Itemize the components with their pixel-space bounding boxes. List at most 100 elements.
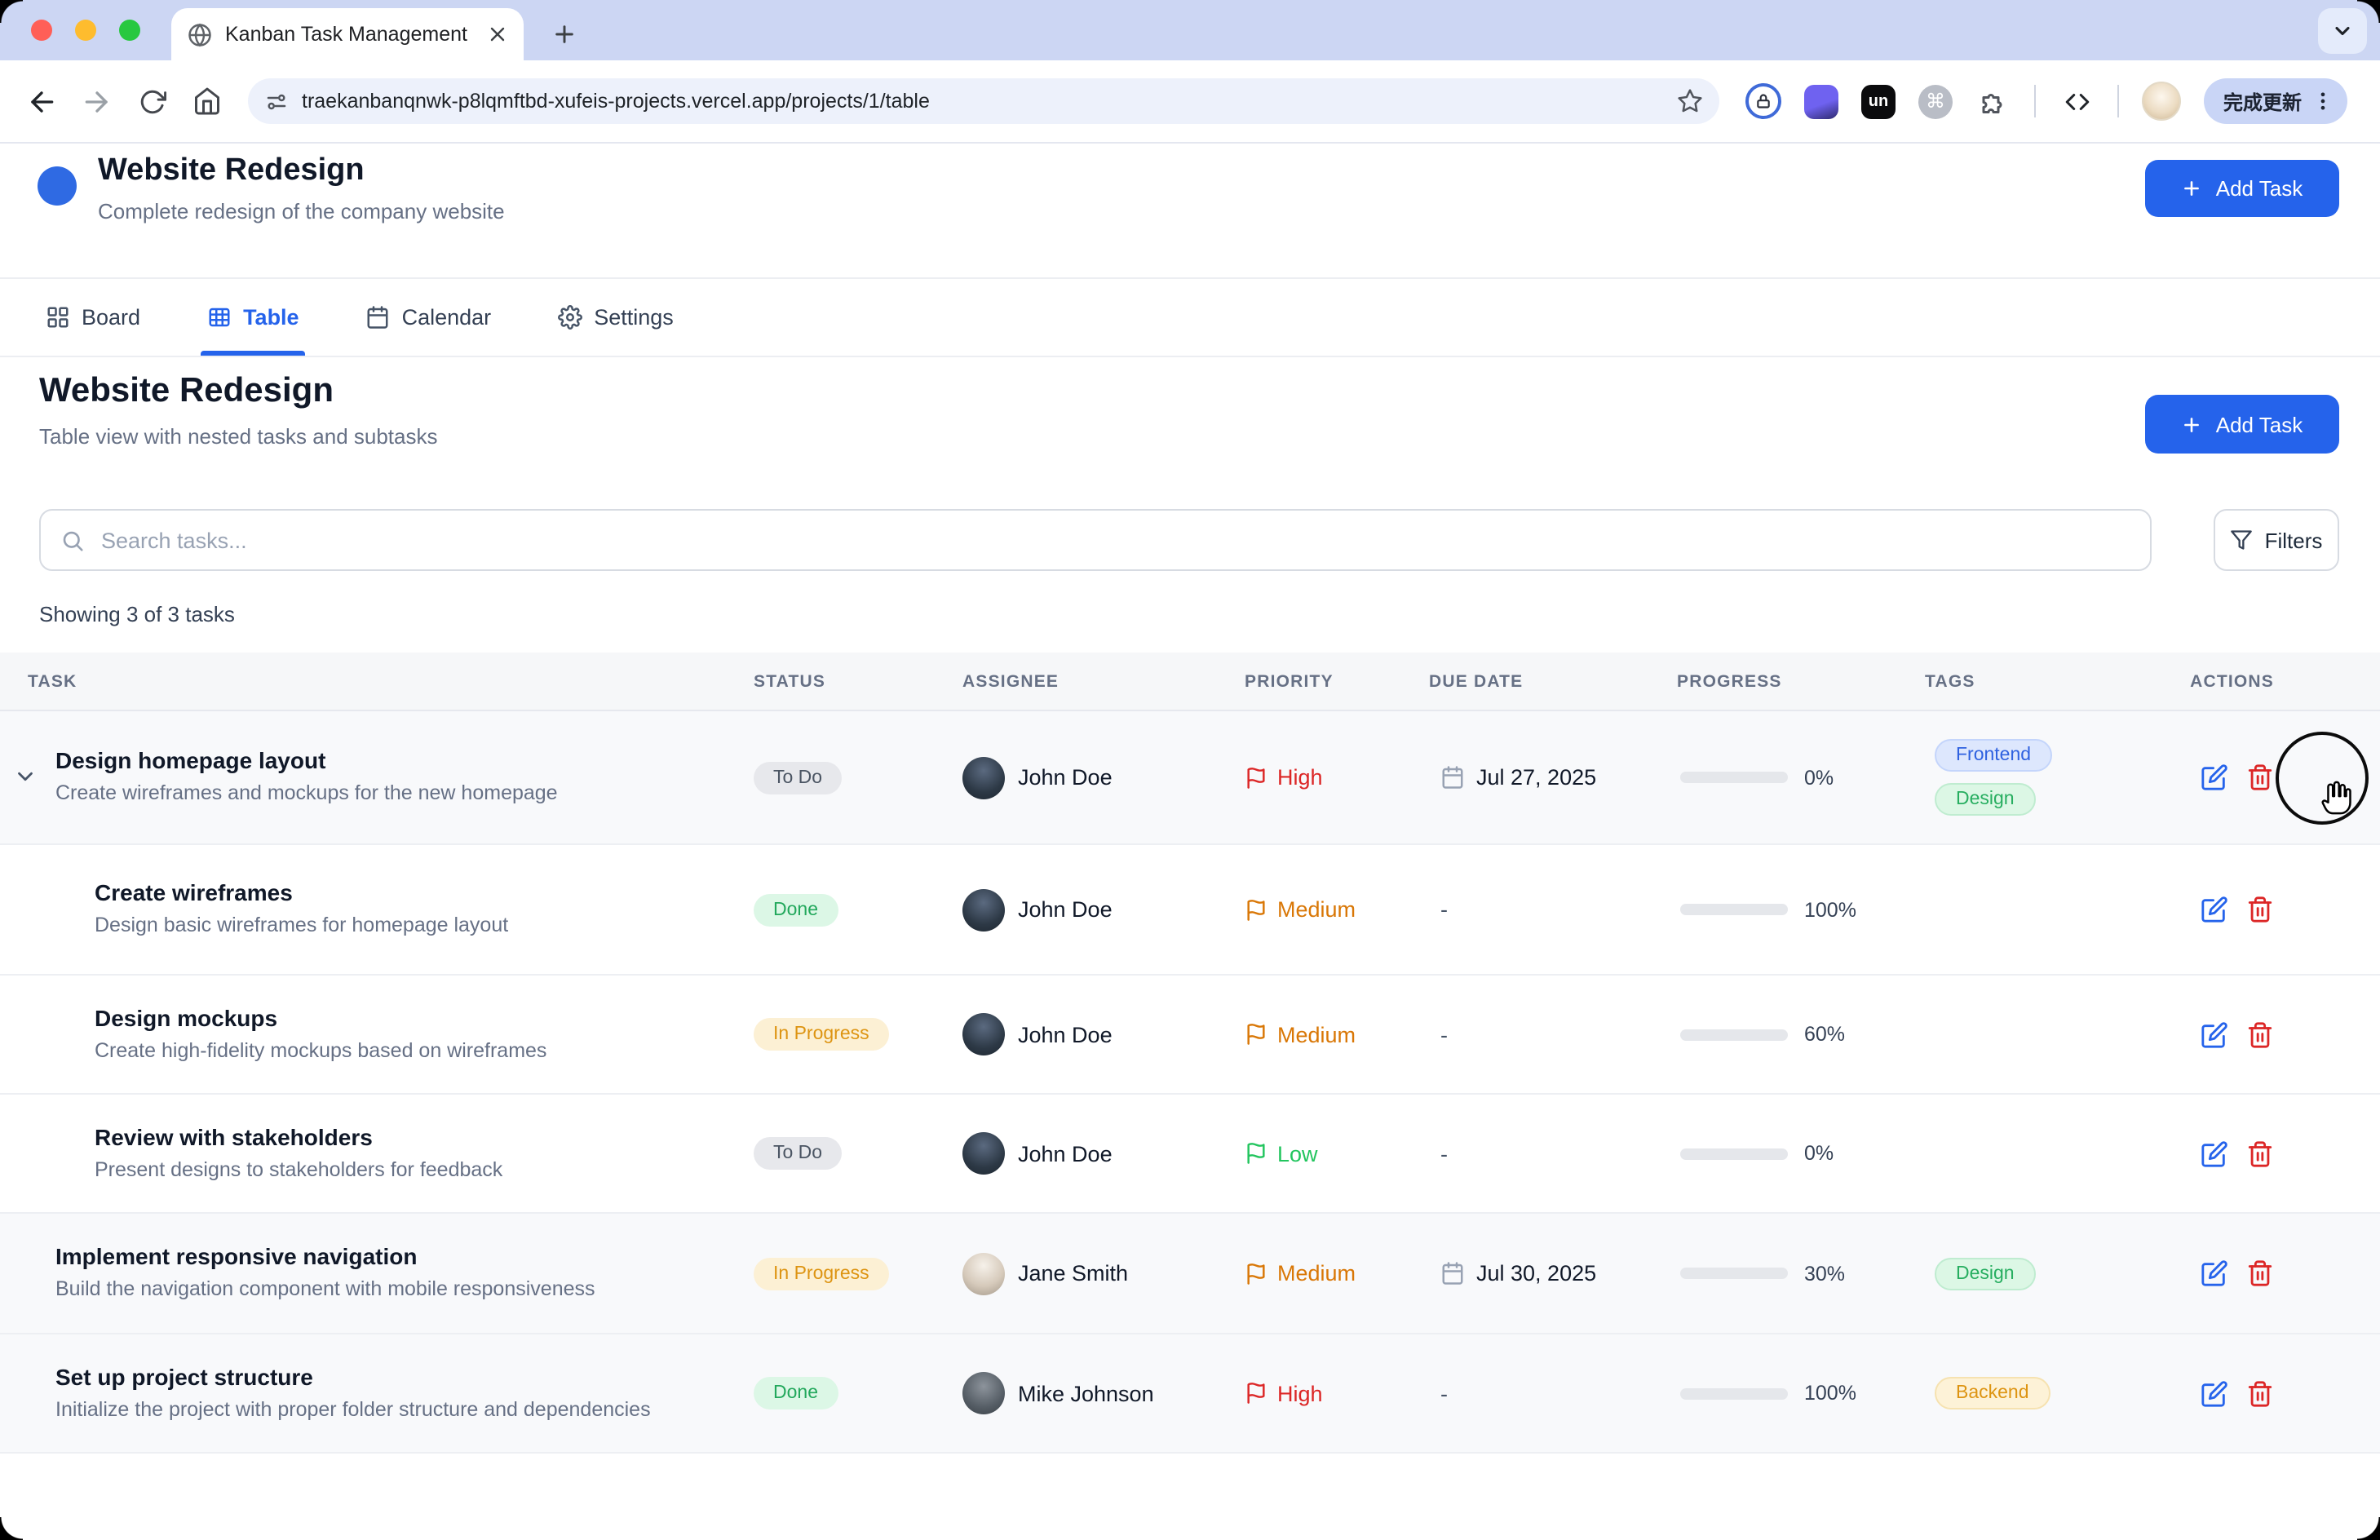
due-date-cell: - [1429, 1381, 1677, 1405]
assignee-name: John Doe [1018, 897, 1113, 922]
edit-task-button[interactable] [2201, 1140, 2228, 1167]
delete-task-button[interactable] [2246, 1259, 2274, 1287]
add-task-button[interactable]: Add Task [2145, 395, 2339, 454]
status-cell: Done [754, 1377, 962, 1409]
reload-button[interactable] [124, 73, 179, 129]
add-task-button[interactable]: Add Task [2145, 160, 2339, 217]
task-cell: Review with stakeholdersPresent designs … [0, 1124, 754, 1184]
table-row[interactable]: Design mockupsCreate high-fidelity mocku… [0, 976, 2380, 1095]
page-subtitle: Table view with nested tasks and subtask… [39, 424, 438, 449]
zoom-window-button[interactable] [119, 20, 140, 41]
status-cell: In Progress [754, 1257, 962, 1290]
table-row[interactable]: Set up project structureInitialize the p… [0, 1334, 2380, 1454]
close-window-button[interactable] [31, 20, 52, 41]
back-button[interactable] [13, 73, 69, 129]
screen-corner [0, 1517, 23, 1540]
search-box[interactable] [39, 509, 2152, 571]
table-row[interactable]: Review with stakeholdersPresent designs … [0, 1095, 2380, 1214]
edit-task-button[interactable] [2201, 896, 2228, 923]
address-bar[interactable]: traekanbanqnwk-p8lqmftbd-xufeis-projects… [248, 78, 1719, 124]
edit-icon [2201, 896, 2228, 923]
site-info-icon[interactable] [264, 89, 289, 113]
forward-button[interactable] [69, 73, 124, 129]
delete-task-button[interactable] [2246, 1020, 2274, 1048]
priority-cell: High [1245, 765, 1429, 790]
tag-pill: Design [1935, 1257, 2036, 1290]
task-title: Create wireframes [95, 880, 508, 908]
table-row[interactable]: Design homepage layoutCreate wireframes … [0, 711, 2380, 845]
chrome-menu-kebab-icon[interactable] [2311, 90, 2334, 113]
bookmark-star-icon[interactable] [1677, 88, 1703, 114]
task-title: Design mockups [95, 1005, 546, 1033]
minimize-window-button[interactable] [75, 20, 96, 41]
tag-pill: Frontend [1935, 739, 2052, 772]
delete-task-button[interactable] [2246, 1140, 2274, 1167]
purple-extension-icon[interactable] [1804, 84, 1838, 118]
task-expand-chevron-icon[interactable] [13, 765, 38, 790]
assignee-name: John Doe [1018, 1141, 1113, 1166]
assignee-name: Mike Johnson [1018, 1381, 1154, 1405]
progress-track [1680, 772, 1788, 783]
extensions-puzzle-icon[interactable] [1975, 83, 2011, 119]
un-extension-icon[interactable]: un [1861, 84, 1896, 118]
assignee-avatar [962, 888, 1005, 931]
table-row[interactable]: Implement responsive navigationBuild the… [0, 1214, 2380, 1334]
toolbar-divider [2117, 85, 2119, 117]
devtools-code-icon[interactable] [2059, 83, 2095, 119]
delete-task-button[interactable] [2246, 896, 2274, 923]
progress-cell: 100% [1677, 1382, 1925, 1405]
tab-table[interactable]: Table [207, 279, 299, 356]
task-text: Create wireframesDesign basic wireframes… [0, 880, 508, 940]
search-input[interactable] [101, 528, 2130, 552]
progress-percent: 30% [1804, 1262, 1845, 1285]
priority-label: High [1277, 1381, 1323, 1405]
edit-task-button[interactable] [2201, 1020, 2228, 1048]
app-content: Website Redesign Complete redesign of th… [0, 144, 2380, 1454]
priority-flag-icon [1245, 766, 1267, 789]
command-extension-icon[interactable]: ⌘ [1918, 84, 1953, 118]
new-tab-button[interactable] [545, 15, 584, 54]
tab-search-button[interactable] [2318, 8, 2367, 54]
progress-track [1680, 1387, 1788, 1399]
priority-cell: Medium [1245, 1022, 1429, 1047]
tab-calendar[interactable]: Calendar [366, 279, 492, 356]
hand-cursor-icon [2318, 778, 2356, 816]
trash-icon [2246, 1379, 2274, 1407]
home-button[interactable] [179, 73, 235, 129]
extensions-row: un ⌘ [1745, 82, 2181, 121]
delete-task-button[interactable] [2246, 1379, 2274, 1407]
tags-cell: Design [1925, 1257, 2186, 1290]
column-header-tags: Tags [1925, 671, 2186, 691]
close-tab-icon[interactable] [488, 24, 507, 44]
browser-update-button[interactable]: 完成更新 [2204, 78, 2347, 124]
edit-icon [2201, 1020, 2228, 1048]
tab-board[interactable]: Board [46, 279, 140, 356]
progress-cell: 0% [1677, 766, 1925, 789]
page-header: Website Redesign Table view with nested … [0, 357, 2380, 491]
due-date-empty: - [1440, 1141, 1448, 1166]
url-text[interactable]: traekanbanqnwk-p8lqmftbd-xufeis-projects… [302, 90, 1677, 113]
status-badge: In Progress [754, 1018, 889, 1051]
tags-cell: Backend [1925, 1377, 2186, 1409]
status-badge: To Do [754, 761, 842, 794]
password-manager-extension-icon[interactable] [1745, 83, 1781, 119]
due-date-cell: - [1429, 897, 1677, 922]
plus-icon [2182, 178, 2203, 199]
edit-task-button[interactable] [2201, 1379, 2228, 1407]
edit-task-button[interactable] [2201, 1259, 2228, 1287]
trash-icon [2246, 1259, 2274, 1287]
filters-button[interactable]: Filters [2214, 509, 2339, 571]
column-header-assignee: Assignee [962, 671, 1245, 691]
browser-tab[interactable]: Kanban Task Management [171, 8, 524, 60]
priority-flag-icon [1245, 1262, 1267, 1285]
progress-cell: 60% [1677, 1023, 1925, 1046]
table-row[interactable]: Create wireframesDesign basic wireframes… [0, 845, 2380, 976]
edit-task-button[interactable] [2201, 763, 2228, 791]
browser-toolbar: traekanbanqnwk-p8lqmftbd-xufeis-projects… [0, 60, 2380, 144]
tab-settings[interactable]: Settings [558, 279, 674, 356]
profile-avatar[interactable] [2142, 82, 2181, 121]
delete-task-button[interactable] [2246, 763, 2274, 791]
table-body: Design homepage layoutCreate wireframes … [0, 711, 2380, 1454]
task-description: Build the navigation component with mobi… [55, 1277, 595, 1303]
progress-track [1680, 1029, 1788, 1040]
